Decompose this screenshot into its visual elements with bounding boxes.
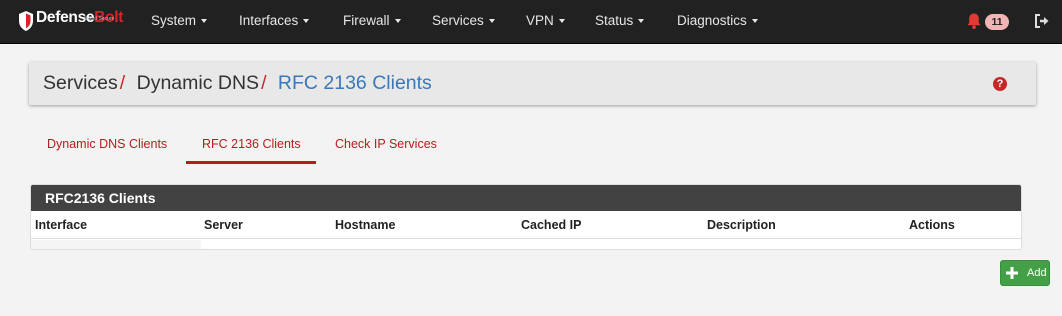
- brand-tagline: Stand Secure: [84, 16, 115, 22]
- nav-services[interactable]: Services: [432, 0, 495, 42]
- notification-count-badge[interactable]: 11: [985, 14, 1009, 30]
- tab-check-ip-services[interactable]: Check IP Services: [319, 128, 453, 164]
- breadcrumb-panel: Services / Dynamic DNS / RFC 2136 Clients: [29, 62, 1036, 105]
- breadcrumb-services[interactable]: Services: [43, 72, 118, 94]
- nav-status[interactable]: Status: [595, 0, 645, 42]
- panel-title: RFC2136 Clients: [31, 185, 1021, 211]
- caret-down-icon: [488, 19, 495, 23]
- shield-logo-icon: [19, 11, 33, 31]
- breadcrumb-separator: /: [261, 72, 267, 94]
- nav-diagnostics[interactable]: Diagnostics: [677, 0, 758, 42]
- nav-diagnostics-label: Diagnostics: [677, 13, 747, 28]
- plus-icon: [1006, 267, 1018, 279]
- help-icon[interactable]: ?: [993, 77, 1007, 91]
- column-header-hostname: Hostname: [335, 218, 396, 232]
- column-header-actions: Actions: [909, 218, 955, 232]
- caret-down-icon: [558, 19, 565, 23]
- breadcrumb-current-page[interactable]: RFC 2136 Clients: [278, 72, 432, 94]
- column-header-interface: Interface: [35, 218, 88, 232]
- caret-down-icon: [751, 19, 758, 23]
- caret-down-icon: [638, 19, 645, 23]
- add-button-label: Add: [1027, 267, 1047, 279]
- nav-services-label: Services: [432, 13, 484, 28]
- breadcrumb-separator: /: [119, 72, 126, 94]
- column-header-cached-ip: Cached IP: [521, 218, 582, 232]
- nav-status-label: Status: [595, 13, 634, 28]
- bell-icon[interactable]: [966, 12, 982, 30]
- tab-dynamic-dns-clients[interactable]: Dynamic DNS Clients: [31, 128, 183, 164]
- caret-down-icon: [303, 19, 310, 23]
- nav-interfaces-label: Interfaces: [239, 13, 299, 28]
- nav-firewall[interactable]: Firewall: [343, 0, 401, 42]
- table-header-row: Interface Server Hostname Cached IP Desc…: [31, 211, 1021, 239]
- table-empty-row: [31, 240, 201, 249]
- nav-system-label: System: [151, 13, 197, 28]
- nav-vpn[interactable]: VPN: [526, 0, 565, 42]
- breadcrumb: Services / Dynamic DNS / RFC 2136 Clients: [43, 62, 432, 105]
- top-navbar: DefenseBolt Stand Secure System Interfac…: [0, 0, 1062, 44]
- logout-icon[interactable]: [1034, 13, 1050, 29]
- add-button[interactable]: Add: [1000, 260, 1050, 286]
- breadcrumb-dynamic-dns[interactable]: Dynamic DNS: [137, 72, 259, 94]
- column-header-description: Description: [707, 218, 776, 232]
- nav-interfaces[interactable]: Interfaces: [239, 0, 310, 42]
- caret-down-icon: [394, 19, 401, 23]
- nav-firewall-label: Firewall: [343, 13, 390, 28]
- column-header-server: Server: [204, 218, 243, 232]
- caret-down-icon: [201, 19, 208, 23]
- tab-rfc2136-clients[interactable]: RFC 2136 Clients: [186, 128, 316, 164]
- rfc2136-clients-panel: RFC2136 Clients Interface Server Hostnam…: [30, 184, 1022, 250]
- nav-vpn-label: VPN: [526, 13, 554, 28]
- nav-system[interactable]: System: [151, 0, 208, 42]
